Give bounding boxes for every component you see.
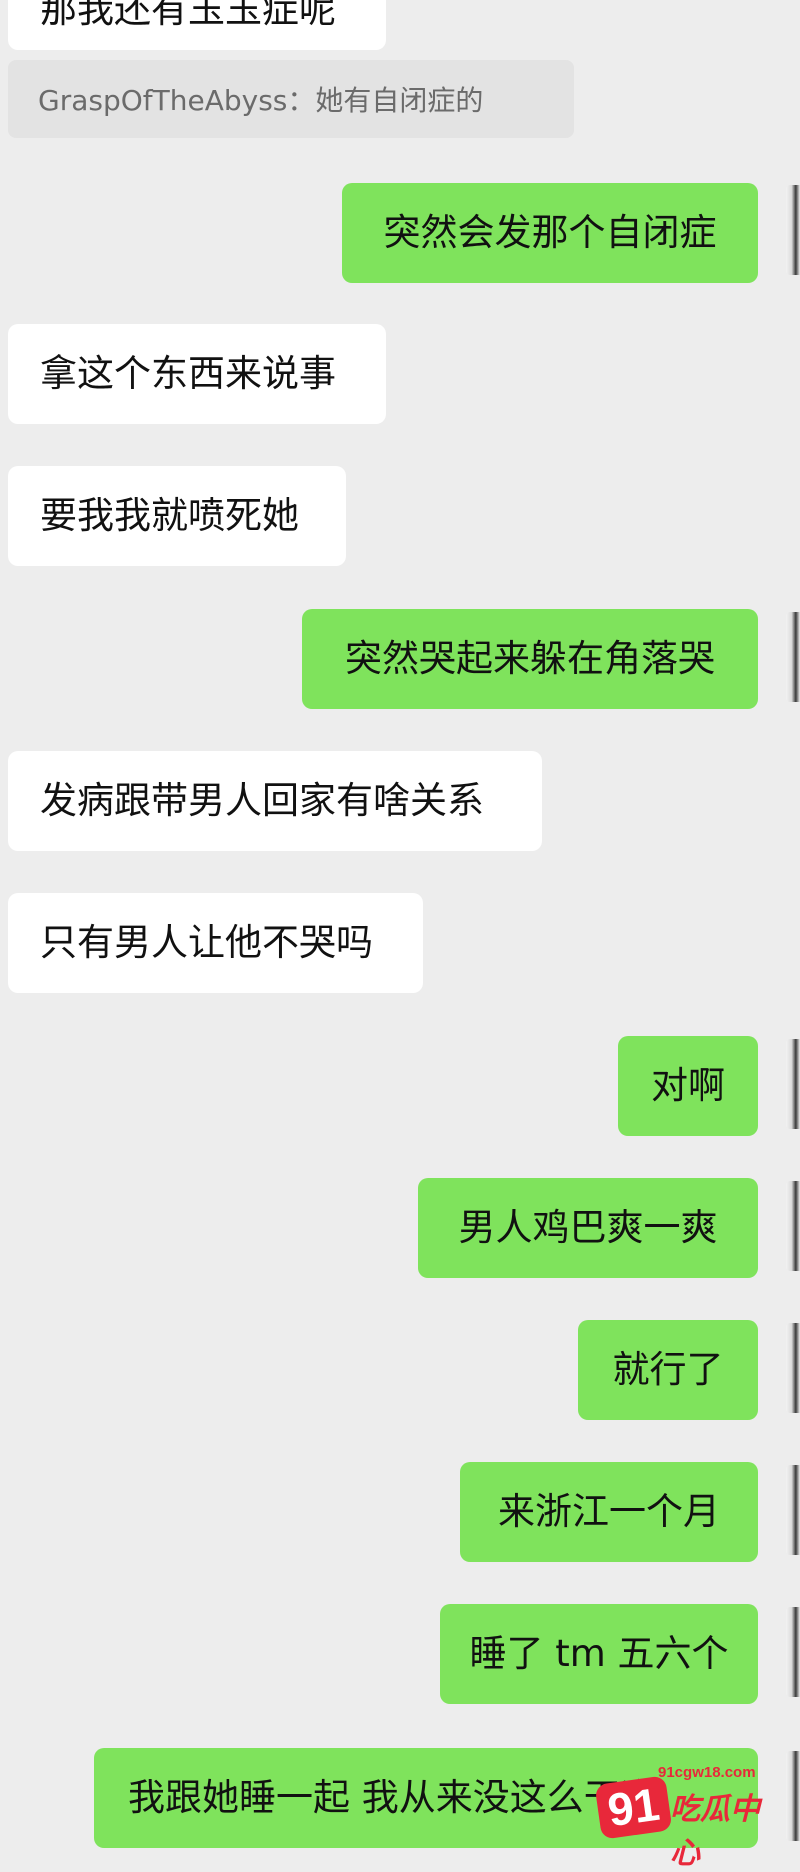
message-text: 只有男人让他不哭吗	[40, 920, 373, 964]
message-bubble-outgoing[interactable]: 就行了	[578, 1320, 758, 1420]
message-bubble-incoming[interactable]: 只有男人让他不哭吗	[8, 893, 423, 993]
user-avatar[interactable]	[786, 1039, 800, 1129]
user-avatar[interactable]	[786, 612, 800, 702]
watermark-text: 吃瓜中心	[670, 1792, 760, 1871]
user-avatar[interactable]	[786, 185, 800, 275]
message-text: 睡了 tm 五六个	[469, 1631, 729, 1675]
message-text: 发病跟带男人回家有啥关系	[40, 778, 484, 822]
watermark-number: 91	[594, 1775, 673, 1840]
message-bubble-outgoing[interactable]: 对啊	[618, 1036, 758, 1136]
message-text: 我跟她睡一起 我从来没这么干净	[128, 1775, 658, 1819]
message-bubble-outgoing[interactable]: 突然哭起来躲在角落哭	[302, 609, 758, 709]
message-text: 男人鸡巴爽一爽	[458, 1205, 718, 1249]
watermark-url: 91cgw18.com	[658, 1764, 756, 1781]
user-avatar[interactable]	[786, 1607, 800, 1697]
message-text: 拿这个东西来说事	[40, 351, 336, 395]
message-bubble-outgoing[interactable]: 男人鸡巴爽一爽	[418, 1178, 758, 1278]
message-text: 突然会发那个自闭症	[383, 210, 717, 254]
message-bubble-incoming[interactable]: 要我我就喷死她	[8, 466, 346, 566]
message-text: 就行了	[612, 1347, 724, 1391]
message-text: 突然哭起来躲在角落哭	[345, 636, 715, 680]
message-text: 来浙江一个月	[498, 1489, 720, 1533]
chat-conversation: 那我还有玉玉症呢 GraspOfTheAbyss：她有自闭症的 突然会发那个自闭…	[0, 0, 800, 1865]
message-bubble-incoming[interactable]: 那我还有玉玉症呢	[8, 0, 386, 50]
quoted-message-text: GraspOfTheAbyss：她有自闭症的	[38, 84, 484, 117]
quoted-message[interactable]: GraspOfTheAbyss：她有自闭症的	[8, 60, 574, 138]
message-bubble-outgoing[interactable]: 突然会发那个自闭症	[342, 183, 758, 283]
message-bubble-outgoing[interactable]: 来浙江一个月	[460, 1462, 758, 1562]
message-bubble-incoming[interactable]: 发病跟带男人回家有啥关系	[8, 751, 542, 851]
user-avatar[interactable]	[786, 1181, 800, 1271]
message-bubble-outgoing[interactable]: 睡了 tm 五六个	[440, 1604, 758, 1704]
message-text: 那我还有玉玉症呢	[40, 0, 336, 31]
user-avatar[interactable]	[786, 1323, 800, 1413]
message-bubble-incoming[interactable]: 拿这个东西来说事	[8, 324, 386, 424]
user-avatar[interactable]	[786, 1465, 800, 1555]
watermark-logo: 91 91cgw18.com 吃瓜中心	[590, 1762, 786, 1871]
message-text: 要我我就喷死她	[40, 493, 299, 537]
user-avatar[interactable]	[786, 1751, 800, 1841]
message-text: 对啊	[651, 1063, 725, 1107]
